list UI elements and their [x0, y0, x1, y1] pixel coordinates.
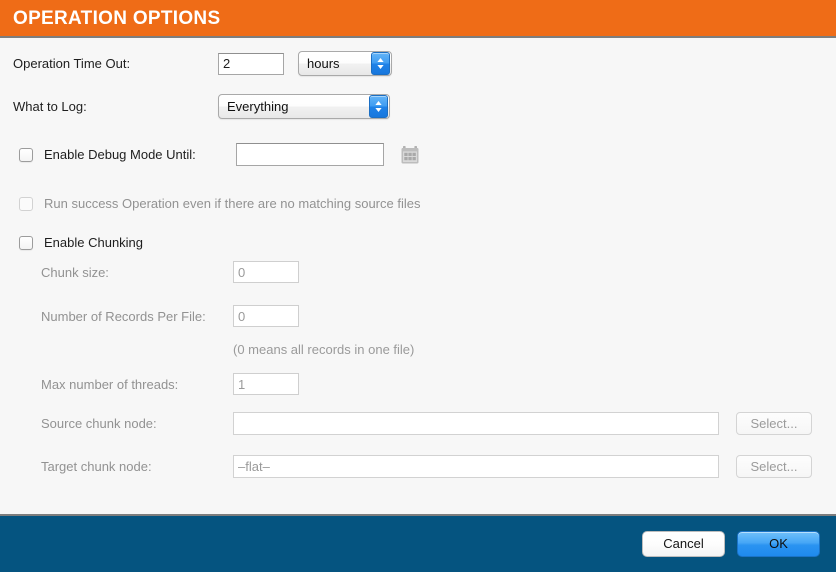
- what-to-log-value: Everything: [227, 99, 369, 114]
- operation-timeout-row: Operation Time Out: hours: [13, 51, 392, 76]
- max-threads-input[interactable]: [233, 373, 299, 395]
- enable-debug-mode-row: Enable Debug Mode Until:: [19, 143, 420, 166]
- enable-debug-mode-label: Enable Debug Mode Until:: [44, 147, 236, 162]
- chevron-updown-icon[interactable]: [369, 95, 388, 118]
- source-chunk-node-row: Source chunk node: Select...: [41, 412, 823, 435]
- target-chunk-node-select-button[interactable]: Select...: [736, 455, 812, 478]
- max-threads-row: Max number of threads:: [41, 373, 299, 395]
- enable-debug-mode-checkbox[interactable]: [19, 148, 33, 162]
- dialog-titlebar: OPERATION OPTIONS: [0, 0, 836, 38]
- run-success-operation-checkbox[interactable]: [19, 197, 33, 211]
- chunk-size-label: Chunk size:: [41, 265, 233, 280]
- dialog-footer: Cancel OK: [0, 514, 836, 572]
- chunk-size-input[interactable]: [233, 261, 299, 283]
- dialog-title: OPERATION OPTIONS: [13, 9, 220, 28]
- source-chunk-node-select-button[interactable]: Select...: [736, 412, 812, 435]
- operation-timeout-input[interactable]: [218, 53, 284, 75]
- calendar-icon[interactable]: [400, 145, 420, 165]
- what-to-log-label: What to Log:: [13, 99, 218, 114]
- cancel-button[interactable]: Cancel: [642, 531, 725, 557]
- enable-chunking-checkbox[interactable]: [19, 236, 33, 250]
- records-per-file-note-row: (0 means all records in one file): [233, 342, 414, 357]
- operation-timeout-unit-value: hours: [307, 56, 371, 71]
- enable-chunking-row: Enable Chunking: [19, 235, 143, 250]
- records-per-file-row: Number of Records Per File:: [41, 305, 299, 327]
- target-chunk-node-label: Target chunk node:: [41, 459, 233, 474]
- target-chunk-node-input[interactable]: [233, 455, 719, 478]
- ok-button[interactable]: OK: [737, 531, 820, 557]
- what-to-log-select[interactable]: Everything: [218, 94, 390, 119]
- run-success-operation-row: Run success Operation even if there are …: [19, 196, 420, 211]
- records-per-file-note: (0 means all records in one file): [233, 342, 414, 357]
- operation-timeout-label: Operation Time Out:: [13, 56, 218, 71]
- operation-timeout-unit-select[interactable]: hours: [298, 51, 392, 76]
- chevron-updown-icon[interactable]: [371, 52, 390, 75]
- target-chunk-node-row: Target chunk node: Select...: [41, 455, 823, 478]
- records-per-file-label: Number of Records Per File:: [41, 309, 233, 324]
- records-per-file-input[interactable]: [233, 305, 299, 327]
- enable-chunking-label: Enable Chunking: [44, 235, 143, 250]
- chunk-size-row: Chunk size:: [41, 261, 299, 283]
- debug-until-date-input[interactable]: [236, 143, 384, 166]
- max-threads-label: Max number of threads:: [41, 377, 233, 392]
- run-success-operation-label: Run success Operation even if there are …: [44, 196, 420, 211]
- what-to-log-row: What to Log: Everything: [13, 94, 390, 119]
- dialog-body: Operation Time Out: hours What to Log: E…: [0, 38, 836, 514]
- operation-options-dialog: OPERATION OPTIONS Operation Time Out: ho…: [0, 0, 836, 572]
- source-chunk-node-label: Source chunk node:: [41, 416, 233, 431]
- source-chunk-node-input[interactable]: [233, 412, 719, 435]
